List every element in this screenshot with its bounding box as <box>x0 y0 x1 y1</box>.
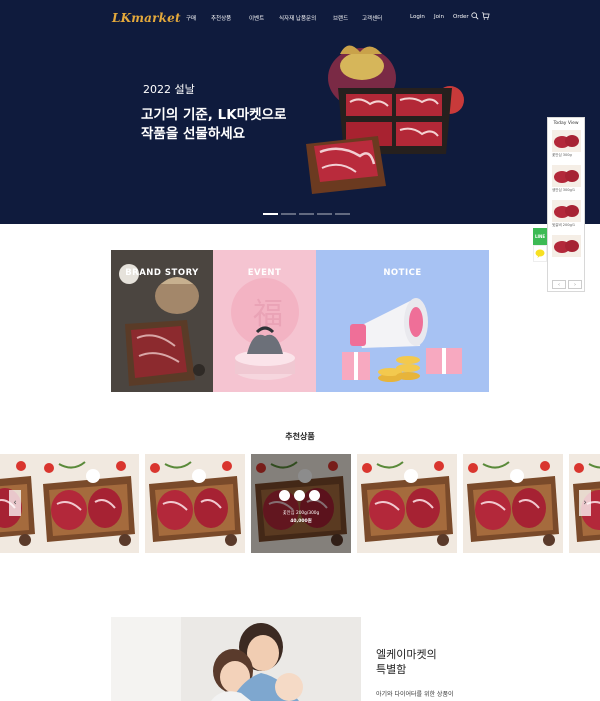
hero-banner[interactable]: LKmarket 구매 추천상품 이벤트 식자재 납품문의 브랜드 고객센터 L… <box>0 0 600 224</box>
today-view-pager: ‹ › <box>552 280 582 289</box>
product-card[interactable] <box>463 454 563 553</box>
today-view-item[interactable]: 생안심 300g/1 <box>552 165 581 193</box>
today-view-item[interactable] <box>552 235 581 257</box>
nav-item-purchase[interactable]: 구매 <box>186 14 196 22</box>
page: LKmarket 구매 추천상품 이벤트 식자재 납품문의 브랜드 고객센터 L… <box>0 0 600 701</box>
recommended-title: 추천상품 <box>285 432 315 441</box>
nav-item-supply-inquiry[interactable]: 식자재 납품문의 <box>279 14 316 22</box>
product-card-hover-overlay: 꽃안심 200g/300g 40,000원 <box>251 454 351 553</box>
cart-icon[interactable] <box>481 12 490 20</box>
product-name: 꽃안심 200g/300g <box>282 511 320 516</box>
kakao-talk-icon <box>535 249 545 258</box>
today-view-thumb <box>552 235 581 257</box>
today-view-next-button[interactable]: › <box>568 280 582 289</box>
product-card-actions <box>279 490 320 501</box>
today-view-item[interactable]: 꽃안심 300g <box>552 130 581 158</box>
hero-gift-box-image <box>306 45 464 194</box>
hero-title-line1: 고기의 기준, LK마켓으로 <box>141 107 287 123</box>
event-banner[interactable]: 福 EVENT <box>213 250 316 392</box>
brand-story-banner[interactable]: BRAND STORY <box>111 250 213 392</box>
notice-banner[interactable]: NOTICE <box>316 250 489 392</box>
today-view-label: 꽃안심 300g <box>552 153 572 157</box>
order-link[interactable]: Order <box>453 14 469 20</box>
login-link[interactable]: Login <box>410 14 425 20</box>
today-view-item[interactable]: 뒷갈비 200g/1 <box>552 200 581 228</box>
nav-item-brand[interactable]: 브랜드 <box>333 14 348 22</box>
today-view-thumb <box>552 200 581 222</box>
product-card[interactable]: 꽃안심 200g/300g 40,000원 <box>251 454 351 553</box>
nav-item-recommended[interactable]: 추천상품 <box>211 14 231 22</box>
special-title-line1: 엘케이마켓의 <box>376 648 437 661</box>
nav-item-event[interactable]: 이벤트 <box>249 14 264 22</box>
product-card[interactable] <box>145 454 245 553</box>
line-button[interactable]: LINE <box>533 228 547 245</box>
slider-dot[interactable] <box>299 213 314 215</box>
today-view-thumb <box>552 130 581 152</box>
event-label: EVENT <box>247 268 282 278</box>
product-card[interactable] <box>357 454 457 553</box>
hero-title-line2: 작품을 선물하세요 <box>141 126 246 142</box>
today-view-label: 생안심 300g/1 <box>552 188 576 192</box>
special-photo <box>111 617 361 701</box>
notice-label: NOTICE <box>383 268 422 278</box>
cart-add-icon[interactable] <box>294 490 305 501</box>
search-icon[interactable] <box>471 12 479 20</box>
wishlist-icon[interactable] <box>309 490 320 501</box>
hero-year: 2022 설날 <box>143 83 195 96</box>
svg-text:福: 福 <box>253 297 283 332</box>
today-view-thumb <box>552 165 581 187</box>
today-view-panel: Today View 꽃안심 300g 생안심 300g/1 뒷갈비 200g/… <box>547 117 585 292</box>
site-logo[interactable]: LKmarket <box>112 11 181 25</box>
special-title: 엘케이마켓의 특별함 <box>376 647 437 677</box>
kakao-button[interactable] <box>533 245 547 262</box>
join-link[interactable]: Join <box>434 14 444 20</box>
quick-links: LINE <box>533 228 547 262</box>
hero-title: 고기의 기준, LK마켓으로 작품을 선물하세요 <box>141 106 286 144</box>
nav-item-customer-center[interactable]: 고객센터 <box>362 14 382 22</box>
carousel-prev-button[interactable]: ‹ <box>9 490 21 516</box>
slider-dot[interactable] <box>281 213 296 215</box>
special-title-line2: 특별함 <box>376 663 407 676</box>
product-price: 40,000원 <box>290 519 312 524</box>
zoom-icon[interactable] <box>279 490 290 501</box>
product-card[interactable] <box>39 454 139 553</box>
today-view-title: Today View <box>553 121 579 126</box>
special-subtitle: 아기와 다이어터를 위한 상품이 <box>376 691 454 698</box>
today-view-prev-button[interactable]: ‹ <box>552 280 566 289</box>
brand-story-label: BRAND STORY <box>125 268 199 278</box>
slider-dot[interactable] <box>335 213 350 215</box>
slider-dot[interactable] <box>263 213 278 215</box>
carousel-next-button[interactable]: › <box>579 490 591 516</box>
today-view-label: 뒷갈비 200g/1 <box>552 223 576 227</box>
slider-dot[interactable] <box>317 213 332 215</box>
hero-slider-dots <box>263 213 350 215</box>
